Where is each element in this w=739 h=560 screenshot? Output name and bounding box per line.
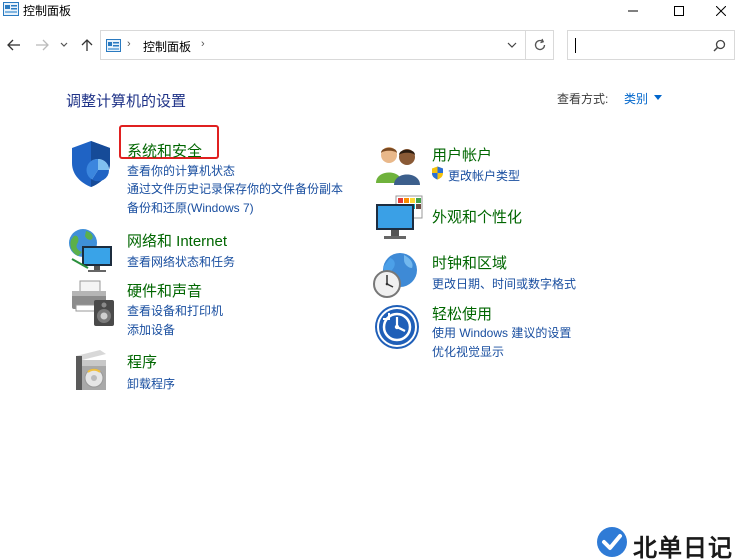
link-file-history-backup[interactable]: 通过文件历史记录保存你的文件备份副本	[127, 180, 343, 197]
chevron-down-icon	[60, 42, 68, 47]
link-add-device[interactable]: 添加设备	[127, 321, 175, 338]
text-cursor	[575, 38, 576, 53]
minimize-icon	[628, 10, 638, 12]
link-change-account-type[interactable]: 更改帐户类型	[448, 167, 520, 184]
view-by-dropdown-arrow-icon[interactable]	[654, 95, 662, 100]
refresh-button[interactable]	[526, 30, 554, 60]
link-backup-restore[interactable]: 备份和还原(Windows 7)	[127, 199, 254, 216]
address-bar[interactable]: › 控制面板 ›	[100, 30, 526, 60]
link-optimize-visual-display[interactable]: 优化视觉显示	[432, 343, 504, 360]
breadcrumb-chevron-icon[interactable]: ›	[201, 38, 205, 50]
address-dropdown-button[interactable]	[499, 31, 525, 59]
navigation-bar: › 控制面板 ›	[0, 28, 739, 62]
hardware-printer-icon[interactable]	[66, 278, 116, 328]
close-button[interactable]	[702, 0, 739, 22]
appearance-personalization-icon[interactable]	[374, 194, 424, 242]
link-view-computer-status[interactable]: 查看你的计算机状态	[127, 162, 235, 179]
category-title-user-accounts[interactable]: 用户帐户	[432, 144, 492, 165]
link-windows-recommended-settings[interactable]: 使用 Windows 建议的设置	[432, 324, 571, 341]
system-security-shield-icon[interactable]	[66, 139, 116, 189]
category-title-network-internet[interactable]: 网络和 Internet	[127, 230, 227, 251]
category-title-system-security[interactable]: 系统和安全	[127, 140, 202, 161]
watermark-text: 北单日记	[633, 534, 733, 560]
category-title-hardware-sound[interactable]: 硬件和声音	[127, 280, 202, 301]
arrow-left-icon	[7, 39, 20, 51]
close-icon	[715, 6, 726, 16]
page-heading: 调整计算机的设置	[66, 93, 187, 110]
category-title-clock-region[interactable]: 时钟和区域	[432, 252, 507, 273]
clock-region-icon[interactable]	[372, 250, 422, 300]
ease-of-access-icon[interactable]	[374, 304, 420, 350]
search-input[interactable]	[567, 30, 735, 60]
link-change-date-time-format[interactable]: 更改日期、时间或数字格式	[432, 275, 576, 292]
link-uninstall-program[interactable]: 卸载程序	[127, 375, 175, 392]
category-title-appearance-personalization[interactable]: 外观和个性化	[432, 206, 522, 227]
link-devices-printers[interactable]: 查看设备和打印机	[127, 302, 223, 319]
breadcrumb-chevron-icon: ›	[127, 38, 131, 50]
uac-shield-icon	[432, 166, 443, 180]
link-network-status[interactable]: 查看网络状态和任务	[127, 253, 235, 270]
chevron-down-icon	[507, 42, 517, 48]
maximize-icon	[674, 6, 684, 16]
network-globe-icon[interactable]	[66, 226, 116, 276]
minimize-button[interactable]	[610, 0, 656, 22]
programs-icon[interactable]	[70, 348, 114, 394]
arrow-up-icon	[81, 39, 93, 51]
arrow-right-icon	[36, 39, 49, 51]
breadcrumb-item[interactable]: 控制面板	[143, 38, 191, 55]
category-title-ease-of-access[interactable]: 轻松使用	[432, 303, 492, 324]
category-title-programs[interactable]: 程序	[127, 351, 157, 372]
control-panel-icon	[106, 39, 121, 52]
up-button[interactable]	[78, 36, 96, 54]
title-bar: 控制面板	[0, 0, 739, 22]
view-by-dropdown[interactable]: 类别	[624, 90, 648, 107]
user-accounts-icon[interactable]	[375, 143, 421, 185]
search-icon[interactable]	[713, 39, 726, 52]
forward-button[interactable]	[33, 36, 51, 54]
maximize-button[interactable]	[656, 0, 702, 22]
back-button[interactable]	[5, 36, 23, 54]
refresh-icon	[534, 38, 545, 51]
view-by-label: 查看方式:	[557, 92, 609, 106]
recent-locations-button[interactable]	[58, 36, 70, 54]
watermark-logo-icon	[597, 527, 627, 557]
control-panel-icon	[3, 2, 19, 16]
window-title: 控制面板	[23, 4, 72, 18]
